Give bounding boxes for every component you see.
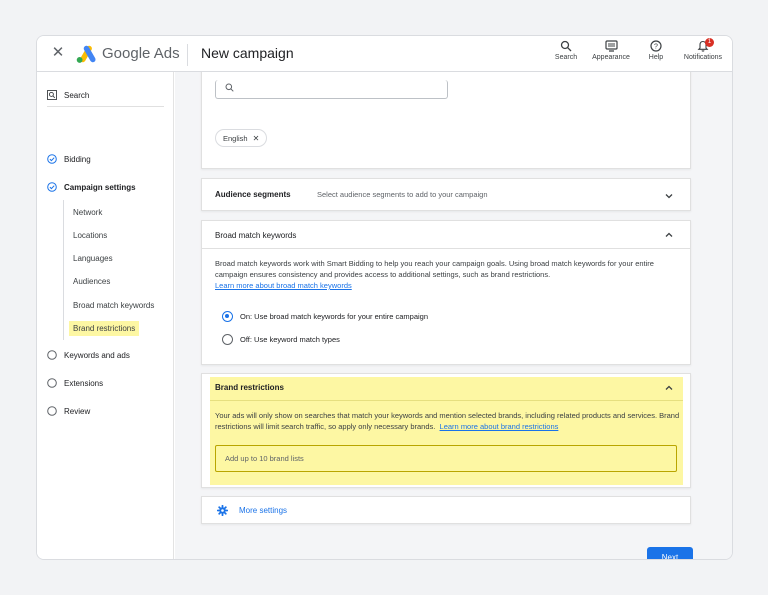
sidebar-item-label: Campaign settings — [64, 182, 136, 192]
next-button[interactable]: Next — [647, 547, 693, 559]
audience-segments-title: Audience segments — [215, 190, 291, 199]
language-chip-english: English ✕ — [215, 129, 268, 147]
empty-circle-icon — [47, 378, 57, 388]
app-window: ✕ Google Ads New campaign Search Appeara… — [36, 35, 733, 560]
search-tool-button[interactable]: Search — [553, 40, 579, 61]
brand-lists-input[interactable]: Add up to 10 brand lists — [215, 445, 677, 472]
radio-label: Off: Use keyword match types — [240, 335, 340, 344]
card-divider — [202, 248, 690, 249]
sidebar-divider — [47, 106, 164, 107]
gear-icon — [217, 505, 228, 516]
svg-text:?: ? — [654, 44, 658, 51]
empty-circle-icon — [47, 406, 57, 416]
sidebar-subitem-locations[interactable]: Locations — [73, 231, 107, 240]
sidebar-item-label: Keywords and ads — [64, 350, 130, 360]
brand-google: Google — [102, 45, 151, 62]
broad-match-description-text: Broad match keywords work with Smart Bid… — [215, 259, 654, 279]
help-tool-label: Help — [648, 54, 664, 61]
broad-match-title: Broad match keywords — [215, 231, 297, 240]
sidebar-item-campaign-settings[interactable]: Campaign settings — [47, 182, 136, 192]
sidebar-subitem-audiences[interactable]: Audiences — [73, 277, 110, 286]
sidebar: Search Bidding Campaign settings Network… — [37, 72, 174, 559]
sidebar-item-review[interactable]: Review — [47, 406, 90, 416]
broad-match-card: Broad match keywords Broad match keyword… — [201, 220, 691, 365]
main-content: English ✕ Audience segments Select audie… — [175, 68, 732, 559]
remove-chip-icon[interactable]: ✕ — [253, 134, 260, 143]
brand-restrictions-learn-more-link[interactable]: Learn more about brand restrictions — [440, 422, 559, 431]
notifications-tool-label: Notifications — [683, 54, 723, 61]
sidebar-item-extensions[interactable]: Extensions — [47, 378, 103, 388]
languages-card: English ✕ — [201, 68, 691, 169]
sidebar-subitem-broad-match[interactable]: Broad match keywords — [73, 301, 154, 310]
search-icon — [225, 83, 234, 92]
help-tool-button[interactable]: ? Help — [645, 40, 667, 61]
broad-match-description: Broad match keywords work with Smart Bid… — [215, 258, 675, 291]
sidebar-item-search[interactable]: Search — [47, 90, 89, 100]
brand-restrictions-card: Brand restrictions Your ads will only sh… — [201, 373, 691, 488]
language-chip-label: English — [223, 133, 248, 143]
audience-segments-card[interactable]: Audience segments Select audience segmen… — [201, 178, 691, 211]
appearance-icon — [604, 40, 618, 52]
appearance-tool-button[interactable]: Appearance — [590, 40, 632, 61]
broad-match-learn-more-link[interactable]: Learn more about broad match keywords — [215, 281, 352, 290]
chevron-up-icon[interactable] — [664, 383, 674, 393]
google-ads-logo-icon — [76, 45, 96, 63]
more-settings-label: More settings — [239, 506, 288, 515]
radio-selected-icon[interactable] — [222, 311, 233, 322]
page-title: New campaign — [201, 45, 294, 61]
search-box-icon — [47, 90, 57, 100]
audience-segments-hint: Select audience segments to add to your … — [317, 190, 488, 199]
sidebar-item-keywords-ads[interactable]: Keywords and ads — [47, 350, 130, 360]
radio-label: On: Use broad match keywords for your en… — [240, 312, 429, 321]
help-icon: ? — [650, 40, 662, 52]
sidebar-subitem-languages[interactable]: Languages — [73, 254, 113, 263]
language-search-input[interactable] — [215, 80, 448, 99]
sidebar-item-label: Extensions — [64, 378, 104, 388]
more-settings-card[interactable]: More settings — [201, 496, 691, 524]
broad-match-on-option[interactable]: On: Use broad match keywords for your en… — [222, 311, 428, 322]
close-icon[interactable]: ✕ — [50, 45, 66, 61]
appearance-tool-label: Appearance — [592, 54, 630, 61]
sidebar-item-bidding[interactable]: Bidding — [47, 154, 91, 164]
notification-badge: 1 — [705, 38, 714, 47]
chevron-down-icon[interactable] — [664, 191, 674, 201]
radio-unselected-icon[interactable] — [222, 334, 233, 345]
empty-circle-icon — [47, 350, 57, 360]
brand-restrictions-description: Your ads will only show on searches that… — [215, 410, 680, 432]
brand-restrictions-title: Brand restrictions — [215, 383, 284, 392]
check-circle-icon — [47, 154, 57, 164]
top-bar: ✕ Google Ads New campaign Search Appeara… — [37, 36, 732, 72]
sidebar-subitem-brand-restrictions[interactable]: Brand restrictions — [69, 321, 140, 336]
chevron-up-icon[interactable] — [664, 230, 674, 240]
search-tool-label: Search — [554, 54, 578, 61]
sidebar-item-label: Search — [64, 90, 90, 100]
notifications-tool-button[interactable]: 1 Notifications — [680, 38, 726, 61]
sidebar-subitem-network[interactable]: Network — [73, 208, 102, 217]
brand-name: Google Ads — [102, 45, 180, 62]
card-divider — [210, 400, 683, 401]
check-circle-icon — [47, 182, 57, 192]
brand-ads: Ads — [153, 45, 180, 62]
sidebar-item-label: Bidding — [64, 154, 91, 164]
subitems-track — [63, 200, 64, 340]
broad-match-off-option[interactable]: Off: Use keyword match types — [222, 334, 340, 345]
search-icon — [560, 40, 572, 52]
header-divider — [187, 44, 188, 66]
sidebar-item-label: Review — [64, 406, 91, 416]
